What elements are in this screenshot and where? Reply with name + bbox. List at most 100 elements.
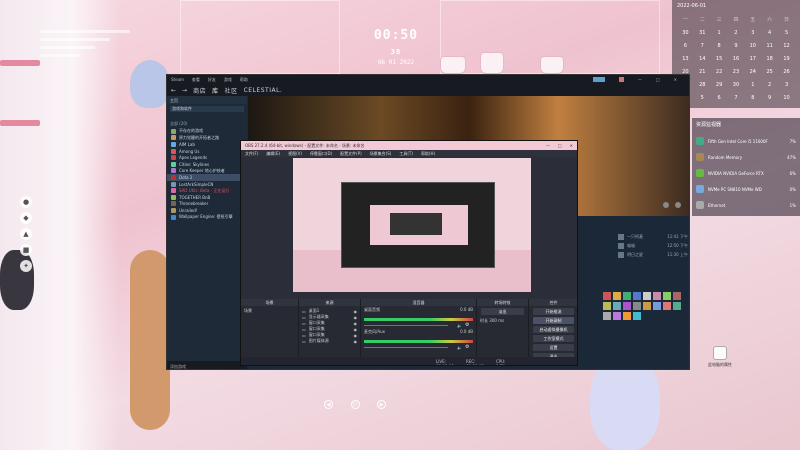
game-list-item[interactable]: TOGETHER BnB	[167, 194, 247, 201]
calendar-day[interactable]: 22	[711, 65, 728, 78]
steam-menu-item[interactable]: 好友	[208, 77, 216, 83]
eye-icon[interactable]: ◉	[354, 327, 358, 332]
sidebar-home[interactable]: 主页	[167, 96, 247, 104]
game-list-item[interactable]: Dota 2	[167, 174, 247, 181]
obs-preview[interactable]	[293, 158, 531, 292]
gear-icon[interactable]: ⚙	[465, 322, 469, 328]
calendar-day[interactable]: 13	[677, 52, 694, 65]
steam-menu-item[interactable]: Steam	[171, 77, 184, 82]
control-button[interactable]: 开始推流	[533, 308, 574, 315]
sidebar-search[interactable]: 游戏和软件	[170, 106, 244, 112]
speaker-icon[interactable]: 🔈	[457, 345, 462, 350]
calendar-day[interactable]: 2	[761, 78, 778, 91]
steam-menu-item[interactable]: 查看	[192, 77, 200, 83]
desktop-icon[interactable]: ■	[20, 244, 32, 256]
calendar-day[interactable]: 29	[711, 78, 728, 91]
calendar-day[interactable]: 5	[694, 91, 711, 104]
close-icon[interactable]: ✕	[674, 77, 677, 82]
obs-menu-item[interactable]: 文件(F)	[245, 151, 258, 157]
transition-select[interactable]: 淡出	[481, 308, 524, 315]
duration-field[interactable]: 300 ms	[489, 318, 504, 323]
calendar-day[interactable]: 30	[728, 78, 745, 91]
gear-icon[interactable]: ⚙	[465, 344, 469, 350]
tab-community[interactable]: 社区	[225, 86, 238, 95]
calendar-day[interactable]: 6	[711, 91, 728, 104]
control-button[interactable]: 工作室模式	[533, 335, 574, 342]
calendar-day[interactable]: 30	[677, 26, 694, 39]
control-button[interactable]: 启动虚拟摄像机	[533, 326, 574, 333]
forward-icon[interactable]: →	[182, 87, 187, 94]
calendar-day[interactable]: 3	[744, 26, 761, 39]
calendar-day[interactable]: 8	[744, 91, 761, 104]
volume-slider[interactable]	[364, 325, 448, 326]
calendar-day[interactable]: 5	[778, 26, 795, 39]
calendar-day[interactable]: 26	[778, 65, 795, 78]
calendar-day[interactable]: 6	[677, 39, 694, 52]
eye-icon[interactable]: ◉	[354, 315, 358, 320]
obs-menu-item[interactable]: 场景集合(S)	[370, 151, 392, 157]
calendar-day[interactable]: 25	[761, 65, 778, 78]
calendar-day[interactable]: 17	[744, 52, 761, 65]
tab-store[interactable]: 商店	[193, 86, 206, 95]
calendar-day[interactable]: 9	[761, 91, 778, 104]
game-list-item[interactable]: SAO Utils: Beta - 正在运行	[167, 187, 247, 194]
friend-row[interactable]: 明日之星 11:30 上午	[618, 250, 688, 259]
tab-library[interactable]: 库	[212, 86, 219, 95]
obs-menu-item[interactable]: 视图(V)	[288, 151, 302, 157]
speaker-icon[interactable]: 🔈	[457, 323, 462, 328]
calendar-day[interactable]: 15	[711, 52, 728, 65]
settings-icon[interactable]	[663, 202, 669, 208]
calendar-day[interactable]: 28	[694, 78, 711, 91]
eye-icon[interactable]: ◉	[354, 321, 358, 326]
calendar-day[interactable]: 16	[728, 52, 745, 65]
calendar-day[interactable]: 11	[761, 39, 778, 52]
game-list-item[interactable]: 原力觉醒的开拓者之路	[167, 135, 247, 142]
obs-menu-item[interactable]: 工具(T)	[399, 151, 413, 157]
desktop-icon[interactable]: ✦	[20, 260, 32, 272]
close-icon[interactable]: ✕	[570, 143, 573, 148]
desktop-shortcut[interactable]: 此电脑的属性	[706, 346, 734, 368]
calendar-day[interactable]: 12	[778, 39, 795, 52]
calendar-day[interactable]: 1	[711, 26, 728, 39]
game-list-item[interactable]: Cities: Skylines	[167, 161, 247, 168]
friend-row[interactable]: 一只柯基 11:41 下午	[618, 232, 688, 241]
minimize-icon[interactable]: —	[638, 77, 642, 82]
calendar-day[interactable]: 4	[761, 26, 778, 39]
volume-slider[interactable]	[364, 347, 448, 348]
next-icon[interactable]: ▶	[377, 400, 387, 409]
calendar-day[interactable]: 21	[694, 65, 711, 78]
calendar-day[interactable]: 7	[728, 91, 745, 104]
tab-username[interactable]: CELESTIAL.	[244, 87, 283, 94]
calendar-day[interactable]: 31	[694, 26, 711, 39]
game-list-item[interactable]: AIM Lab	[167, 141, 247, 148]
eye-icon[interactable]: ◉	[354, 339, 358, 344]
calendar-day[interactable]: 1	[744, 78, 761, 91]
game-list-item[interactable]: Core Keeper 地心护核者	[167, 168, 247, 175]
game-list-item[interactable]: Unrailed!	[167, 207, 247, 214]
info-icon[interactable]	[675, 202, 681, 208]
power-icon[interactable]: ⏻	[350, 400, 360, 409]
game-list-item[interactable]: Thronebreaker	[167, 201, 247, 208]
game-list-item[interactable]: 不存在的游戏	[167, 128, 247, 135]
calendar-day[interactable]: 19	[778, 52, 795, 65]
eye-icon[interactable]: ◉	[354, 309, 358, 314]
calendar-day[interactable]: 9	[728, 39, 745, 52]
steam-menu-item[interactable]: 游戏	[224, 77, 232, 83]
calendar-day[interactable]: 10	[778, 91, 795, 104]
game-list-item[interactable]: LostArkSimpleCN	[167, 181, 247, 188]
calendar-day[interactable]: 3	[778, 78, 795, 91]
game-list-item[interactable]: Among Us	[167, 148, 247, 155]
source-item[interactable]: ▭ 图片媒体源 ◉	[302, 338, 357, 344]
back-icon[interactable]: ←	[171, 87, 176, 94]
calendar-day[interactable]: 7	[694, 39, 711, 52]
control-button[interactable]: 开始录制	[533, 317, 574, 324]
obs-menu-item[interactable]: 编辑(E)	[266, 151, 280, 157]
calendar-day[interactable]: 18	[761, 52, 778, 65]
desktop-icon[interactable]: ◆	[20, 212, 32, 224]
add-game-button[interactable]: 添加游戏	[167, 361, 247, 369]
avatar[interactable]	[618, 77, 624, 82]
desktop-icon[interactable]: ●	[20, 196, 32, 208]
game-list-item[interactable]: Wallpaper Engine: 壁纸引擎	[167, 214, 247, 221]
steam-menu-item[interactable]: 帮助	[240, 77, 248, 83]
prev-icon[interactable]: ◀	[324, 400, 333, 409]
